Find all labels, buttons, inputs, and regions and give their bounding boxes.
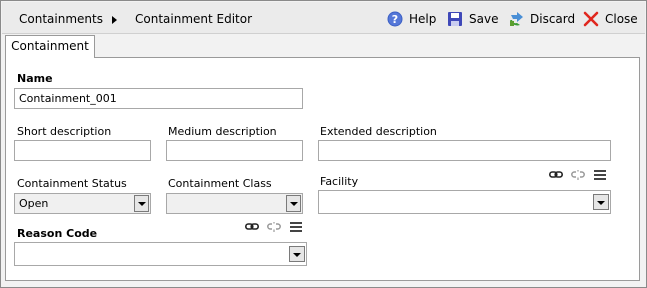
help-icon: ? [387, 11, 403, 27]
close-button[interactable]: Close [583, 9, 638, 29]
breadcrumb-containments[interactable]: Containments [19, 12, 103, 26]
header-bar: Containments Containment Editor ? Help S… [2, 2, 645, 34]
containment-status-select[interactable]: Open [14, 193, 151, 214]
save-label: Save [469, 12, 499, 26]
short-description-label: Short description [17, 125, 112, 138]
facility-label: Facility [320, 175, 359, 188]
save-button[interactable]: Save [447, 9, 498, 29]
chevron-down-icon [286, 195, 301, 212]
close-x-icon [583, 11, 599, 27]
unlink-icon[interactable] [267, 221, 281, 233]
discard-button[interactable]: Discard [508, 9, 575, 29]
form-panel: Name Short description Medium descriptio… [5, 57, 640, 281]
reason-code-select[interactable] [14, 242, 307, 266]
short-description-input[interactable] [14, 140, 151, 161]
reason-code-label: Reason Code [17, 227, 98, 240]
floppy-disk-icon [447, 11, 463, 27]
breadcrumb-current: Containment Editor [135, 12, 253, 26]
extended-description-label: Extended description [320, 125, 437, 138]
breadcrumb-arrow-icon [112, 16, 117, 24]
medium-description-label: Medium description [168, 125, 277, 138]
list-menu-icon[interactable] [593, 169, 607, 181]
help-label: Help [409, 12, 437, 26]
chevron-down-icon [134, 195, 149, 212]
chevron-down-icon [289, 246, 305, 262]
discard-icon [508, 11, 524, 27]
link-icon[interactable] [549, 169, 563, 181]
chevron-down-icon [593, 194, 609, 210]
containment-status-value: Open [19, 197, 49, 210]
tab-containment[interactable]: Containment [5, 35, 95, 58]
editor-window: Containments Containment Editor ? Help S… [0, 0, 647, 288]
name-label: Name [17, 72, 53, 85]
unlink-icon[interactable] [571, 169, 585, 181]
facility-select[interactable] [318, 190, 611, 214]
link-icon[interactable] [245, 221, 259, 233]
name-input[interactable] [14, 88, 303, 109]
containment-class-label: Containment Class [168, 177, 272, 190]
help-button[interactable]: ? Help [387, 9, 436, 29]
containment-class-select[interactable] [166, 193, 303, 214]
discard-label: Discard [530, 12, 576, 26]
containment-status-label: Containment Status [17, 177, 127, 190]
extended-description-input[interactable] [318, 140, 611, 161]
close-label: Close [605, 12, 638, 26]
list-menu-icon[interactable] [289, 221, 303, 233]
svg-text:?: ? [392, 13, 398, 26]
medium-description-input[interactable] [166, 140, 303, 161]
